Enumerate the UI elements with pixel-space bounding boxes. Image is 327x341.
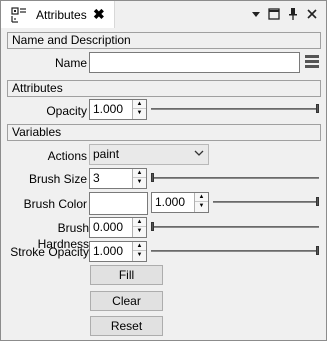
section-name-description[interactable]: Name and Description xyxy=(7,32,321,49)
stroke-opacity-stepper[interactable]: ▲ ▼ xyxy=(132,242,146,261)
stroke-opacity-slider-handle[interactable] xyxy=(316,246,319,255)
brush-color-value: 1.000 xyxy=(155,195,186,209)
brush-color-spinbox[interactable]: 1.000 ▲ ▼ xyxy=(151,192,209,213)
fill-button[interactable]: Fill xyxy=(90,265,163,285)
stepper-down-icon[interactable]: ▼ xyxy=(133,251,146,260)
brush-hardness-slider-handle[interactable] xyxy=(151,222,154,231)
close-icon[interactable] xyxy=(304,6,320,22)
brush-hardness-stepper[interactable]: ▲ ▼ xyxy=(132,218,146,237)
brush-color-swatch[interactable] xyxy=(89,192,148,215)
brush-size-value: 3 xyxy=(93,171,100,185)
actions-label: Actions xyxy=(47,149,87,163)
chevron-down-icon[interactable] xyxy=(248,6,264,22)
name-label: Name xyxy=(54,56,87,70)
attributes-panel: Attributes ✖ Name and Description Name A… xyxy=(0,0,327,341)
opacity-slider[interactable] xyxy=(151,108,319,110)
stroke-opacity-slider[interactable] xyxy=(151,250,319,252)
stepper-up-icon[interactable]: ▲ xyxy=(133,218,146,227)
title-bar: Attributes ✖ xyxy=(1,1,326,28)
brush-hardness-value: 0.000 xyxy=(93,220,124,234)
stroke-opacity-spinbox[interactable]: 1.000 ▲ ▼ xyxy=(89,241,147,262)
section-variables[interactable]: Variables xyxy=(7,124,321,141)
opacity-label: Opacity xyxy=(46,104,87,118)
reset-button[interactable]: Reset xyxy=(90,316,163,336)
stepper-down-icon[interactable]: ▼ xyxy=(133,109,146,118)
brush-hardness-spinbox[interactable]: 0.000 ▲ ▼ xyxy=(89,217,147,238)
actions-value: paint xyxy=(93,147,120,161)
panel-icon xyxy=(11,7,26,23)
pin-icon[interactable] xyxy=(285,6,301,22)
stepper-up-icon[interactable]: ▲ xyxy=(195,193,208,202)
stepper-up-icon[interactable]: ▲ xyxy=(133,169,146,178)
hamburger-menu-icon[interactable] xyxy=(304,54,320,70)
opacity-value: 1.000 xyxy=(93,102,124,116)
opacity-stepper[interactable]: ▲ ▼ xyxy=(132,100,146,119)
attributes-tab[interactable]: Attributes ✖ xyxy=(1,1,115,28)
brush-color-slider-handle[interactable] xyxy=(316,197,319,206)
brush-color-slider[interactable] xyxy=(213,201,319,203)
opacity-spinbox[interactable]: 1.000 ▲ ▼ xyxy=(89,99,147,120)
stroke-opacity-value: 1.000 xyxy=(93,244,124,258)
stroke-opacity-label: Stroke Opacity xyxy=(10,245,89,259)
brush-color-label: Brush Color xyxy=(23,197,87,211)
brush-color-stepper[interactable]: ▲ ▼ xyxy=(194,193,208,212)
stepper-up-icon[interactable]: ▲ xyxy=(133,100,146,109)
brush-size-label: Brush Size xyxy=(28,172,87,186)
stepper-down-icon[interactable]: ▼ xyxy=(133,178,146,187)
brush-size-stepper[interactable]: ▲ ▼ xyxy=(132,169,146,188)
brush-hardness-slider[interactable] xyxy=(151,226,319,228)
brush-size-slider-handle[interactable] xyxy=(151,173,154,182)
tab-close-icon[interactable]: ✖ xyxy=(93,6,105,22)
chevron-down-icon xyxy=(194,150,204,156)
actions-dropdown[interactable]: paint xyxy=(89,144,209,165)
float-window-icon[interactable] xyxy=(266,6,282,22)
name-input[interactable] xyxy=(89,52,300,73)
stepper-down-icon[interactable]: ▼ xyxy=(133,227,146,236)
clear-button[interactable]: Clear xyxy=(90,291,163,311)
opacity-slider-handle[interactable] xyxy=(316,104,319,113)
brush-size-spinbox[interactable]: 3 ▲ ▼ xyxy=(89,168,147,189)
brush-size-slider[interactable] xyxy=(151,177,319,179)
stepper-down-icon[interactable]: ▼ xyxy=(195,202,208,211)
section-attributes[interactable]: Attributes xyxy=(7,80,321,97)
tab-title: Attributes xyxy=(36,8,87,22)
stepper-up-icon[interactable]: ▲ xyxy=(133,242,146,251)
